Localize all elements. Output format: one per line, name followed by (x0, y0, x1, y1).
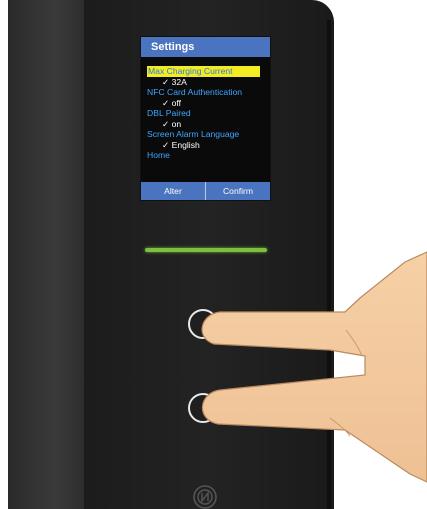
pressing-hand (201, 251, 427, 483)
